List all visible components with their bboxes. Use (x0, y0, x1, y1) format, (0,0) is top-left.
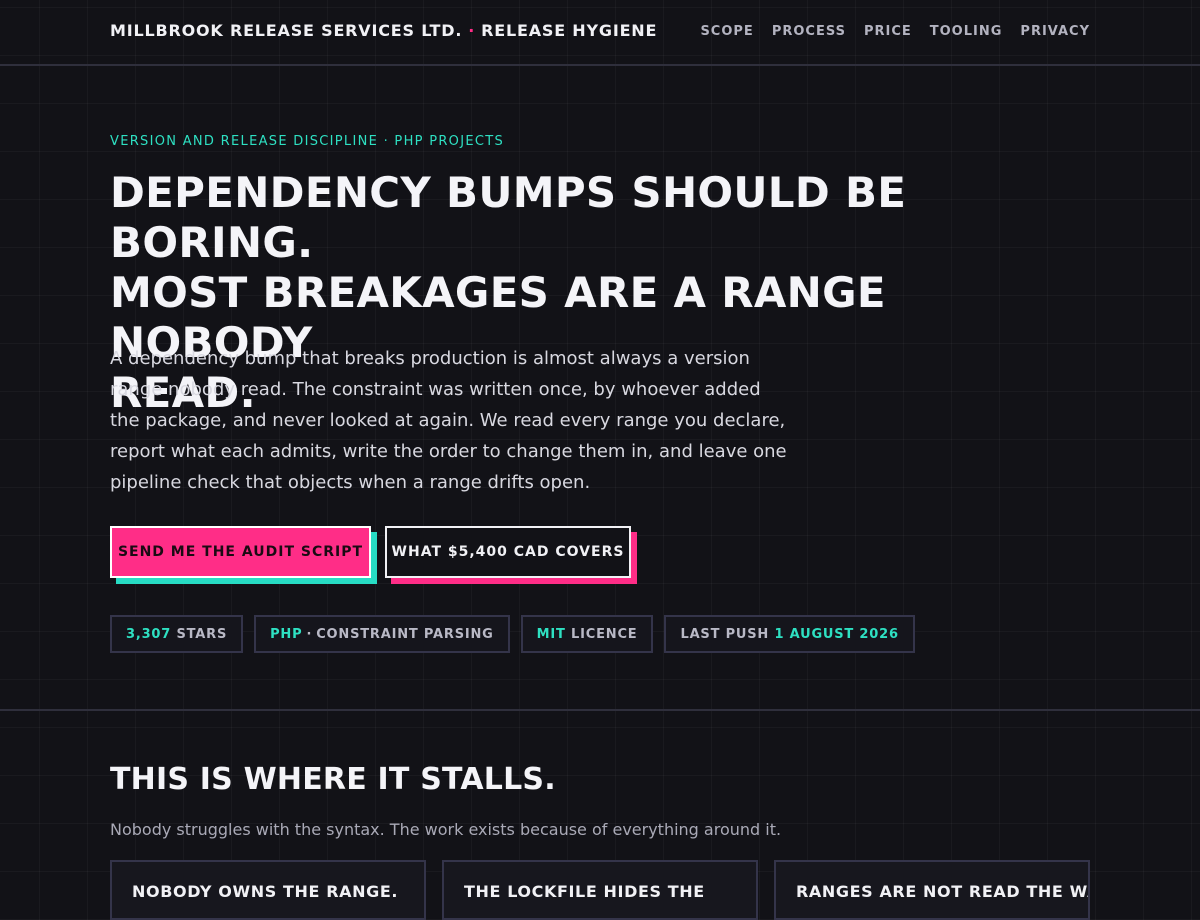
badge-row: 3,307 STARS PHP · CONSTRAINT PARSING MIT L… (110, 615, 915, 653)
stars-label: STARS (176, 626, 228, 642)
price-coverage-button[interactable]: WHAT $5,400 CAD COVERS (385, 526, 631, 578)
hero-eyebrow: VERSION AND RELEASE DISCIPLINE · PHP PRO… (110, 134, 505, 149)
nav-privacy[interactable]: PRIVACY (1020, 24, 1090, 39)
hero-lede: A dependency bump that breaks production… (110, 348, 787, 493)
section-subtitle: Nobody struggles with the syntax. The wo… (110, 820, 782, 839)
last-push-badge[interactable]: LAST PUSH 1 AUGUST 2026 (664, 615, 915, 653)
card-ranges: RANGES ARE NOT READ THE WAY (774, 860, 1090, 920)
language-value: PHP (270, 626, 303, 642)
nav-process[interactable]: PROCESS (772, 24, 846, 39)
brand-suffix: RELEASE HYGIENE (481, 21, 658, 40)
headline-line-1: DEPENDENCY BUMPS SHOULD BE BORING. (110, 168, 907, 267)
section-title: THIS IS WHERE IT STALLS. (110, 762, 556, 797)
section-divider (0, 709, 1200, 711)
licence-label: LICENCE (571, 626, 638, 642)
brand[interactable]: MILLBROOK RELEASE SERVICES LTD. · RELEASE … (110, 21, 657, 40)
last-push-date: 1 AUGUST 2026 (774, 626, 899, 642)
brand-separator: · (468, 21, 476, 40)
site-header: MILLBROOK RELEASE SERVICES LTD. · RELEASE … (0, 0, 1200, 66)
stars-badge[interactable]: 3,307 STARS (110, 615, 244, 653)
card-lockfile: THE LOCKFILE HIDES THE (442, 860, 758, 920)
problem-cards: NOBODY OWNS THE RANGE. THE LOCKFILE HIDE… (110, 860, 1090, 920)
nav-price[interactable]: PRICE (864, 24, 912, 39)
licence-value: MIT (536, 626, 566, 642)
audit-script-button[interactable]: SEND ME THE AUDIT SCRIPT (110, 526, 371, 578)
card-ownership: NOBODY OWNS THE RANGE. (110, 860, 426, 920)
brand-name: MILLBROOK RELEASE SERVICES LTD. (110, 21, 463, 40)
language-separator: · (306, 626, 313, 642)
nav-scope[interactable]: SCOPE (700, 24, 753, 39)
language-label: CONSTRAINT PARSING (316, 626, 494, 642)
stars-count: 3,307 (126, 626, 172, 642)
main-nav: SCOPE PROCESS PRICE TOOLING PRIVACY (700, 24, 1090, 39)
licence-badge[interactable]: MIT LICENCE (520, 615, 654, 653)
language-badge[interactable]: PHP · CONSTRAINT PARSING (254, 615, 510, 653)
last-push-label: LAST PUSH (680, 626, 770, 642)
nav-tooling[interactable]: TOOLING (930, 24, 1003, 39)
